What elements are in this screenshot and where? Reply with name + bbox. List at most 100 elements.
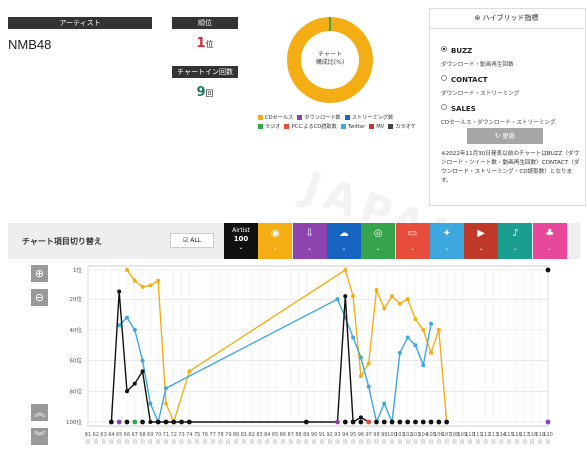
entry-marker (342, 419, 348, 425)
x-tick-sublabel: 回 (203, 439, 207, 444)
plot-frame (87, 265, 549, 427)
other-icon: ♣ (545, 228, 555, 239)
entry-marker (436, 419, 442, 425)
x-tick-sublabel: 回 (211, 439, 215, 444)
x-tick-label: 84 (264, 432, 270, 438)
category-streaming-button[interactable]: ☁ ⌄ (326, 223, 361, 259)
x-tick-sublabel: 回 (226, 439, 230, 444)
legend-item: PCによるCD読取数 (284, 123, 337, 132)
streaming-icon: ☁ (338, 228, 349, 239)
entry-marker (179, 419, 184, 425)
legend-swatch (258, 115, 263, 120)
x-tick-sublabel: 回 (94, 439, 98, 444)
rank-number: 1 (196, 36, 206, 51)
chart-in-label: チャートイン回数 (172, 66, 238, 78)
series-point (421, 363, 426, 368)
entry-marker (108, 419, 114, 425)
update-button[interactable]: ↻ 更新 (467, 128, 543, 144)
legend-swatch (284, 124, 290, 129)
legend-item: ダウンロード数 (297, 114, 341, 123)
series-point (124, 268, 129, 272)
category-twitter-button[interactable]: ✦ ⌄ (429, 223, 464, 259)
radio-sales[interactable] (441, 103, 447, 110)
series-point (117, 289, 122, 294)
option-sales-label: SALES (451, 105, 476, 113)
x-tick-label: 120 (543, 432, 553, 438)
hybrid-icon: ⊛ (474, 14, 483, 22)
legend-swatch (340, 124, 346, 129)
x-tick-sublabel: 回 (484, 439, 488, 444)
x-tick-label: 81 (241, 432, 247, 438)
radio-icon: ◎ (373, 228, 383, 239)
x-tick-sublabel: 回 (421, 439, 425, 444)
x-tick-sublabel: 回 (289, 439, 293, 444)
all-label: ALL (190, 237, 202, 244)
category-airtist-button[interactable]: Airtist 100 ⌄ (224, 223, 258, 259)
category-radio-button[interactable]: ◎ ⌄ (361, 223, 396, 259)
donut-center-line2: 構成比(%) (315, 59, 345, 66)
x-tick-sublabel: 回 (133, 439, 137, 444)
donut-radio-slice (329, 17, 331, 31)
series-point (366, 361, 371, 366)
y-tick-label: 40位 (70, 326, 83, 334)
hybrid-option-buzz[interactable]: BUZZ ダウンロード・動画再生回数 (441, 38, 514, 68)
series-point (156, 278, 161, 283)
series-point (413, 343, 418, 348)
series-point (405, 335, 410, 340)
all-toggle[interactable]: ☑ ALL (170, 233, 214, 248)
series-point (374, 287, 379, 292)
entry-marker (389, 419, 395, 425)
chevron-down-icon: ⌄ (375, 245, 381, 252)
series-point (132, 327, 137, 332)
legend-label: ラジオ (265, 124, 281, 130)
entry-marker (405, 419, 411, 425)
hybrid-option-contact[interactable]: CONTACT ダウンロード・ストリーミング (441, 67, 519, 97)
legend-item: CDセールス (258, 114, 293, 123)
chevron-down-icon: ⌄ (272, 245, 278, 252)
series-point (148, 283, 153, 288)
x-tick-label: 74 (186, 432, 192, 438)
selector-title: チャート項目切り替え (22, 237, 102, 246)
series-point (140, 358, 145, 363)
x-tick-label: 86 (280, 432, 286, 438)
series-point (358, 373, 363, 378)
x-tick-label: 92 (327, 432, 333, 438)
legend-item: MV (369, 123, 384, 132)
legend-item: ストリーミング数 (344, 114, 393, 123)
rank-history-chart: 1位20位40位60位80位100位61回62回63回64回65回66回67回6… (66, 265, 553, 444)
x-tick-sublabel: 回 (445, 439, 449, 444)
legend-label: ダウンロード数 (304, 115, 341, 121)
x-tick-sublabel: 回 (429, 439, 433, 444)
entry-marker (413, 419, 418, 425)
category-karaoke-button[interactable]: ♪ ⌄ (498, 223, 533, 259)
category-download-button[interactable]: ⇩ ⌄ (292, 223, 327, 259)
category-pc-button[interactable]: ▭ ⌄ (395, 223, 430, 259)
x-tick-label: 78 (217, 432, 223, 438)
legend-swatch (344, 115, 350, 120)
radio-buzz[interactable] (441, 45, 447, 52)
chart-in-number: 9 (196, 85, 206, 100)
entry-marker (420, 419, 426, 425)
series-point (397, 350, 402, 355)
radio-contact[interactable] (441, 74, 447, 81)
category-mv-button[interactable]: ▶ ⌄ (464, 223, 499, 259)
x-tick-label: 97 (365, 432, 371, 438)
x-tick-label: 62 (93, 432, 99, 438)
hybrid-option-sales[interactable]: SALES CDセールス・ダウンロード・ストリーミング (441, 96, 556, 126)
legend-row: CDセールス ダウンロード数 ストリーミング数 (258, 114, 418, 123)
x-tick-label: 95 (350, 432, 356, 438)
category-other-button[interactable]: ♣ ⌄ (532, 223, 567, 259)
chevron-down-icon: ⌄ (409, 245, 416, 252)
x-tick-sublabel: 回 (499, 439, 503, 444)
entry-marker (163, 419, 169, 425)
donut-center: チャート 構成比(%) (301, 31, 359, 89)
twitter-icon: ✦ (442, 228, 451, 239)
x-tick-sublabel: 回 (335, 439, 339, 444)
artist-label: アーティスト (8, 17, 152, 29)
x-tick-label: 67 (132, 432, 138, 438)
x-tick-sublabel: 回 (367, 439, 371, 444)
legend-swatch (297, 115, 303, 120)
category-cd-button[interactable]: ◉ ⌄ (258, 223, 293, 259)
x-tick-sublabel: 回 (374, 439, 378, 444)
series-point (358, 355, 363, 360)
